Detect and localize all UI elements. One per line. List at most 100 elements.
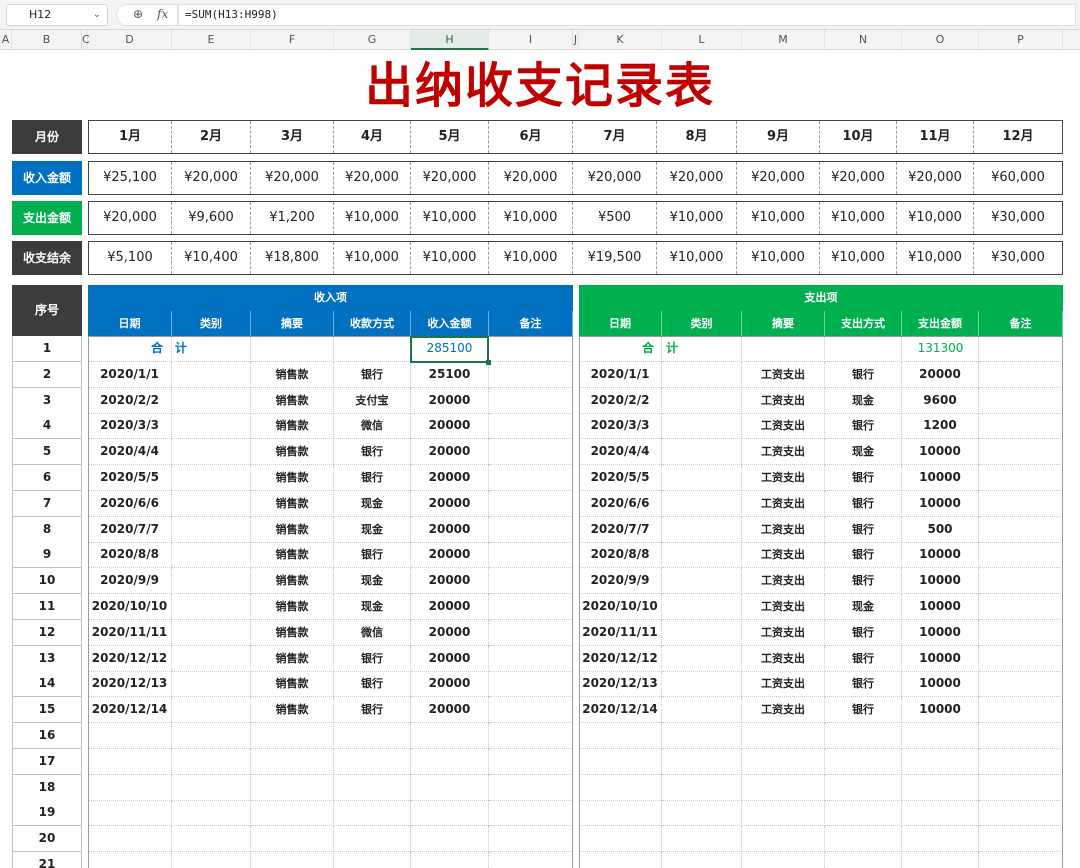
- expense-cell[interactable]: 工资支出: [742, 645, 825, 672]
- expense-cell[interactable]: 工资支出: [742, 594, 825, 620]
- expense-col-header[interactable]: 支出金额: [902, 311, 979, 336]
- balance-summary-cell[interactable]: ¥18,800: [251, 242, 334, 274]
- income-cell[interactable]: 20000: [411, 490, 489, 517]
- expense-cell[interactable]: [579, 748, 662, 775]
- expense-cell[interactable]: [979, 748, 1063, 775]
- expense-cell[interactable]: [579, 774, 662, 801]
- income-summary-cell[interactable]: ¥25,100: [89, 162, 172, 194]
- expense-cell[interactable]: [825, 826, 902, 853]
- expense-cell[interactable]: 2020/11/11: [579, 619, 662, 646]
- income-cell[interactable]: 20000: [411, 697, 489, 724]
- income-cell[interactable]: 2020/3/3: [88, 413, 172, 440]
- expense-cell[interactable]: [902, 723, 979, 749]
- income-cell[interactable]: [172, 774, 251, 801]
- expense-cell[interactable]: [979, 800, 1063, 827]
- expense-cell[interactable]: 银行: [825, 361, 902, 388]
- expense-cell[interactable]: 20000: [902, 361, 979, 388]
- income-cell[interactable]: [251, 800, 334, 827]
- income-cell[interactable]: 20000: [411, 542, 489, 569]
- month-cell[interactable]: 5月: [411, 121, 489, 153]
- expense-cell[interactable]: [979, 413, 1063, 440]
- expense-cell[interactable]: 现金: [825, 439, 902, 466]
- income-col-header[interactable]: 备注: [489, 311, 573, 336]
- income-cell[interactable]: 2020/6/6: [88, 490, 172, 517]
- expense-cell[interactable]: [662, 387, 742, 414]
- expense-cell[interactable]: [979, 361, 1063, 388]
- expense-cell[interactable]: 工资支出: [742, 697, 825, 724]
- month-cell[interactable]: 1月: [89, 121, 172, 153]
- income-cell[interactable]: [251, 774, 334, 801]
- income-cell[interactable]: 现金: [334, 594, 411, 620]
- column-header-p[interactable]: P: [979, 30, 1063, 50]
- expense-cell[interactable]: [979, 465, 1063, 491]
- column-header-f[interactable]: F: [251, 30, 334, 50]
- income-cell[interactable]: [489, 516, 573, 543]
- income-summary-cell[interactable]: ¥20,000: [334, 162, 411, 194]
- expense-summary-cell[interactable]: ¥10,000: [489, 202, 573, 234]
- expense-cell[interactable]: 银行: [825, 645, 902, 672]
- income-cell[interactable]: 微信: [334, 413, 411, 440]
- income-cell[interactable]: 销售款: [251, 697, 334, 724]
- income-cell[interactable]: [411, 800, 489, 827]
- income-cell[interactable]: 2020/10/10: [88, 594, 172, 620]
- income-cell[interactable]: 2020/12/14: [88, 697, 172, 724]
- expense-cell[interactable]: [902, 748, 979, 775]
- expense-cell[interactable]: [825, 774, 902, 801]
- expense-cell[interactable]: 500: [902, 516, 979, 543]
- income-cell[interactable]: [489, 723, 573, 749]
- balance-summary-cell[interactable]: ¥19,500: [573, 242, 657, 274]
- income-cell[interactable]: 银行: [334, 671, 411, 698]
- column-header-b[interactable]: B: [12, 30, 82, 50]
- income-cell[interactable]: [172, 568, 251, 595]
- income-cell[interactable]: [334, 336, 411, 362]
- expense-cell[interactable]: 工资支出: [742, 387, 825, 414]
- expense-cell[interactable]: [979, 490, 1063, 517]
- expense-summary-cell[interactable]: ¥10,000: [411, 202, 489, 234]
- income-cell[interactable]: 销售款: [251, 361, 334, 388]
- expense-cell[interactable]: [662, 697, 742, 724]
- expense-cell[interactable]: [662, 671, 742, 698]
- expense-summary-cell[interactable]: ¥1,200: [251, 202, 334, 234]
- balance-summary-cell[interactable]: ¥10,000: [657, 242, 737, 274]
- income-cell[interactable]: 2020/1/1: [88, 361, 172, 388]
- income-cell[interactable]: 微信: [334, 619, 411, 646]
- expense-cell[interactable]: 银行: [825, 619, 902, 646]
- expense-cell[interactable]: [579, 852, 662, 868]
- income-cell[interactable]: [172, 516, 251, 543]
- month-cell[interactable]: 9月: [737, 121, 820, 153]
- income-cell[interactable]: [88, 826, 172, 853]
- income-cell[interactable]: 银行: [334, 542, 411, 569]
- income-summary-cell[interactable]: ¥20,000: [489, 162, 573, 194]
- balance-summary-cell[interactable]: ¥5,100: [89, 242, 172, 274]
- income-cell[interactable]: [411, 748, 489, 775]
- expense-cell[interactable]: [662, 645, 742, 672]
- income-cell[interactable]: [251, 336, 334, 362]
- income-cell[interactable]: [172, 465, 251, 491]
- expense-col-header[interactable]: 日期: [579, 311, 662, 336]
- income-cell[interactable]: [489, 671, 573, 698]
- expense-cell[interactable]: 10000: [902, 671, 979, 698]
- expense-cell[interactable]: [662, 748, 742, 775]
- expense-cell[interactable]: [979, 439, 1063, 466]
- expense-summary-cell[interactable]: ¥10,000: [897, 202, 974, 234]
- expense-cell[interactable]: 2020/10/10: [579, 594, 662, 620]
- column-header-d[interactable]: D: [88, 30, 172, 50]
- expense-cell[interactable]: [979, 826, 1063, 853]
- expense-cell[interactable]: [662, 413, 742, 440]
- expense-cell[interactable]: [742, 800, 825, 827]
- expense-cell[interactable]: [902, 774, 979, 801]
- income-cell[interactable]: 2020/5/5: [88, 465, 172, 491]
- expense-cell[interactable]: 1200: [902, 413, 979, 440]
- expense-cell[interactable]: [662, 490, 742, 517]
- income-cell[interactable]: [489, 490, 573, 517]
- expense-cell[interactable]: [579, 800, 662, 827]
- income-cell[interactable]: [489, 619, 573, 646]
- column-header-o[interactable]: O: [902, 30, 979, 50]
- balance-summary-cell[interactable]: ¥10,000: [897, 242, 974, 274]
- expense-cell[interactable]: 工资支出: [742, 490, 825, 517]
- expense-cell[interactable]: [662, 723, 742, 749]
- income-summary-cell[interactable]: ¥60,000: [974, 162, 1062, 194]
- income-cell[interactable]: 银行: [334, 361, 411, 388]
- income-summary-cell[interactable]: ¥20,000: [411, 162, 489, 194]
- expense-summary-cell[interactable]: ¥9,600: [172, 202, 251, 234]
